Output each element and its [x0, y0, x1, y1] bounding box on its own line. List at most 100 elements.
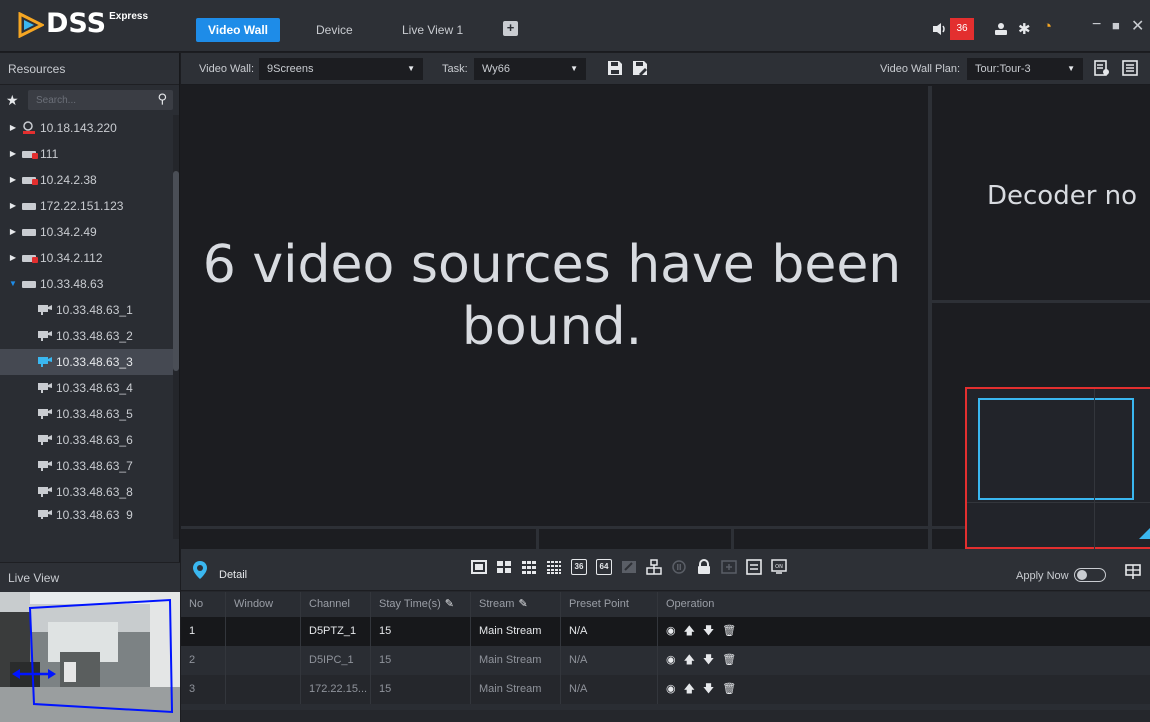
row-preset[interactable]: N/A [561, 646, 658, 675]
move-down-icon[interactable]: 🡇 [703, 675, 714, 704]
layout-4-icon[interactable] [496, 559, 512, 575]
search-icon[interactable]: ⚲ [157, 91, 167, 107]
tab-live-view-1[interactable]: Live View 1 [390, 18, 475, 42]
tab-device[interactable]: Device [304, 18, 365, 42]
table-row[interactable]: 3 172.22.15... 15 Main Stream N/A ◉ 🡅 🡇 … [181, 675, 1150, 704]
tree-node[interactable]: ▶ 10.34.2.112 [0, 245, 179, 271]
layout-1-icon[interactable] [471, 559, 487, 575]
user-icon[interactable] [994, 22, 1008, 36]
camera-icon [38, 409, 52, 419]
play-icon[interactable]: ◉ [666, 617, 676, 646]
column-header: Preset Point [561, 592, 658, 617]
tree-node[interactable]: ▶ 10.18.143.220 [0, 115, 179, 141]
alarm-count-badge[interactable]: 36 [950, 18, 974, 40]
channel-item[interactable]: 10.33.48.63_8 [0, 479, 179, 505]
play-icon[interactable]: ◉ [666, 646, 676, 675]
channel-item[interactable]: 10.33.48.63_4 [0, 375, 179, 401]
play-icon[interactable]: ◉ [666, 675, 676, 704]
channel-item[interactable]: 10.33.48.63_7 [0, 453, 179, 479]
row-stream[interactable]: Main Stream [471, 617, 561, 646]
row-preset[interactable]: N/A [561, 617, 658, 646]
tree-scrollbar[interactable] [173, 115, 179, 539]
tree-node-expanded[interactable]: ▼ 10.33.48.63 [0, 271, 179, 297]
tree-node[interactable]: ▶ 172.22.151.123 [0, 193, 179, 219]
apply-now-toggle[interactable] [1074, 568, 1106, 582]
edit-pencil-icon[interactable]: ✎ [445, 598, 454, 610]
save-icon[interactable] [607, 60, 623, 76]
row-preset[interactable]: N/A [561, 675, 658, 704]
row-channel: 172.22.15... [301, 675, 371, 704]
expand-triangle-icon[interactable]: ▶ [8, 167, 18, 193]
lock-icon[interactable] [696, 559, 712, 575]
channel-item[interactable]: 10.33.48.63_6 [0, 427, 179, 453]
wall-minimap[interactable] [965, 387, 1150, 549]
expand-triangle-icon[interactable]: ▶ [8, 193, 18, 219]
favorites-star-icon[interactable]: ★ [6, 92, 24, 109]
expand-triangle-icon[interactable]: ▶ [8, 115, 18, 141]
tree-node-label: 10.34.2.112 [40, 251, 103, 265]
collapse-triangle-icon[interactable]: ▼ [8, 271, 18, 297]
layout-36-icon[interactable]: 36 [571, 559, 587, 575]
layout-9-icon[interactable] [521, 559, 537, 575]
video-wall-select[interactable]: 9Screens ▼ [259, 58, 423, 80]
move-down-icon[interactable]: 🡇 [703, 617, 714, 646]
edit-pencil-icon[interactable]: ✎ [518, 598, 527, 610]
layout-16-icon[interactable] [546, 559, 562, 575]
row-operations: ◉ 🡅 🡇 🗑 [658, 617, 1150, 646]
performance-gauge-icon[interactable]: ◔ [1043, 18, 1052, 35]
video-wall-plan-select[interactable]: Tour:Tour-3 ▼ [967, 58, 1083, 80]
plan-settings-icon[interactable] [1094, 60, 1110, 76]
minimize-icon[interactable]: − [1092, 16, 1101, 34]
split-window-icon[interactable] [646, 559, 662, 575]
table-row[interactable]: 2 D5IPC_1 15 Main Stream N/A ◉ 🡅 🡇 🗑 [181, 646, 1150, 675]
layout-64-icon[interactable]: 64 [596, 559, 612, 575]
add-tab-button[interactable]: + [503, 21, 518, 36]
delete-icon[interactable]: 🗑 [722, 617, 736, 646]
move-up-icon[interactable]: 🡅 [684, 617, 695, 646]
camera-icon [38, 435, 52, 445]
row-stream[interactable]: Main Stream [471, 675, 561, 704]
delete-icon[interactable]: 🗑 [722, 646, 736, 675]
move-down-icon[interactable]: 🡇 [703, 646, 714, 675]
logo-icon [18, 12, 44, 38]
video-wall-canvas[interactable]: 6 video sources have been bound. Decoder… [181, 86, 1150, 549]
channel-label: 10.33.48.63_8 [56, 485, 133, 499]
delete-icon[interactable]: 🗑 [722, 675, 736, 704]
swap-window-icon[interactable] [746, 559, 762, 575]
wall-config-icon[interactable] [1125, 564, 1141, 580]
tree-node[interactable]: ▶ 10.24.2.38 [0, 167, 179, 193]
gear-icon[interactable]: ✱ [1018, 20, 1031, 38]
power-on-icon[interactable]: ON [771, 559, 787, 575]
row-stay-time[interactable]: 15 [371, 617, 471, 646]
column-header: Channel [301, 592, 371, 617]
expand-triangle-icon[interactable]: ▶ [8, 219, 18, 245]
save-as-icon[interactable] [632, 60, 648, 76]
tree-scrollbar-thumb[interactable] [173, 171, 179, 371]
device-icon [22, 202, 36, 210]
expand-triangle-icon[interactable]: ▶ [8, 141, 18, 167]
live-view-preview[interactable] [0, 592, 180, 722]
tab-video-wall[interactable]: Video Wall [196, 18, 281, 42]
row-stay-time[interactable]: 15 [371, 646, 471, 675]
alarm-sound-icon[interactable] [932, 22, 948, 36]
row-stay-time[interactable]: 15 [371, 675, 471, 704]
channel-item[interactable]: 10.33.48.63_5 [0, 401, 179, 427]
channel-item[interactable]: 10.33.48.63_2 [0, 323, 179, 349]
channel-item-selected[interactable]: 10.33.48.63_3 [0, 349, 179, 375]
tree-node[interactable]: ▶ 10.34.2.49 [0, 219, 179, 245]
channel-item[interactable]: 10.33.48.63_1 [0, 297, 179, 323]
move-up-icon[interactable]: 🡅 [684, 675, 695, 704]
plan-list-icon[interactable] [1122, 60, 1138, 76]
maximize-icon[interactable]: ■ [1112, 18, 1120, 33]
task-select[interactable]: Wy66 ▼ [474, 58, 586, 80]
row-stream[interactable]: Main Stream [471, 646, 561, 675]
tree-node[interactable]: ▶ 111 [0, 141, 179, 167]
minimap-selected-window[interactable] [978, 398, 1134, 500]
expand-triangle-icon[interactable]: ▶ [8, 245, 18, 271]
table-row[interactable]: 1 D5PTZ_1 15 Main Stream N/A ◉ 🡅 🡇 🗑 [181, 617, 1150, 646]
channel-item[interactable]: 10.33.48.63_9 [0, 505, 179, 519]
search-input[interactable] [28, 90, 173, 111]
close-icon[interactable]: ✕ [1131, 16, 1144, 36]
logo: DSS Express [18, 8, 148, 40]
move-up-icon[interactable]: 🡅 [684, 646, 695, 675]
